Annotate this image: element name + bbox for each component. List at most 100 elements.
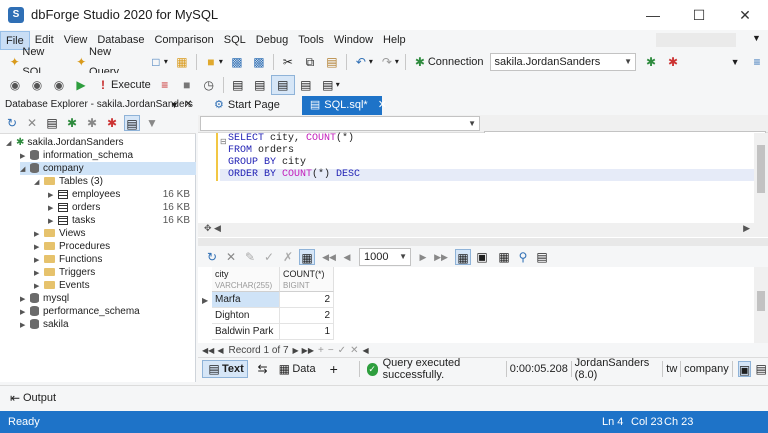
object-selector[interactable]: ▼ xyxy=(200,116,480,131)
table-cell-city[interactable]: Baldwin Park xyxy=(212,324,280,340)
menu-sql[interactable]: SQL xyxy=(219,31,251,50)
connection-select[interactable]: sakila.JordanSanders ▼ xyxy=(489,52,637,71)
minimize-icon[interactable]: — xyxy=(630,0,676,30)
remove-record-icon[interactable]: − xyxy=(328,345,334,356)
grid-layout-icon[interactable]: ▦ xyxy=(455,248,471,265)
prev-page-icon[interactable]: ◀ xyxy=(339,249,355,265)
columns-icon[interactable]: ▦ xyxy=(496,249,512,265)
sql-editor[interactable]: ⊟ SELECT city, COUNT(*) FROM orders GROU… xyxy=(198,133,768,238)
tree-db-sakila[interactable]: ▶ sakila xyxy=(20,318,69,331)
cancel-record-icon[interactable]: ✕ xyxy=(350,345,358,356)
panel-layout-icon[interactable]: ▣ xyxy=(737,361,752,377)
tree-views[interactable]: ▶ Views xyxy=(34,227,86,240)
save-all-button[interactable]: ▩ xyxy=(248,52,270,72)
tree-functions[interactable]: ▶ Functions xyxy=(34,253,102,266)
save-button[interactable]: ▩ xyxy=(226,52,248,72)
menu-overflow-icon[interactable]: ▼ xyxy=(752,33,761,43)
new-sql-button[interactable]: ✦ New SQL xyxy=(4,46,71,78)
run-button[interactable]: ▶ xyxy=(70,75,92,95)
paste-button[interactable]: ▤ xyxy=(321,52,343,72)
copy-button[interactable]: ⧉ xyxy=(299,52,321,72)
apply-icon[interactable]: ✓ xyxy=(261,249,277,265)
last-record-icon[interactable]: ▶▶ xyxy=(302,346,314,355)
database-refresh-button[interactable]: ◉ xyxy=(26,75,48,95)
text-view-tab[interactable]: ▤ Text xyxy=(202,360,248,378)
tree-events[interactable]: ▶ Events xyxy=(34,279,90,292)
tree-db-information-schema[interactable]: ▶ information_schema xyxy=(20,149,133,162)
new-object-button[interactable]: □ ▾ xyxy=(145,52,171,72)
stop-button[interactable]: ■ xyxy=(176,75,198,95)
tree-tables[interactable]: ◢ Tables (3) xyxy=(34,175,103,188)
comment-button[interactable]: ▤ xyxy=(249,75,271,95)
scroll-left-icon[interactable]: ◀ xyxy=(362,346,368,355)
toolbar-overflow-button[interactable]: ▼ xyxy=(724,52,746,72)
first-page-icon[interactable]: ◀◀ xyxy=(321,249,337,265)
card-layout-icon[interactable]: ▣ xyxy=(474,249,490,265)
tree-db-performance-schema[interactable]: ▶ performance_schema xyxy=(20,305,140,318)
output-tab[interactable]: ⇤ Output xyxy=(4,388,59,408)
sql-options-button[interactable]: ▤ ▾ xyxy=(317,75,343,95)
connect-button[interactable]: ✱ xyxy=(640,52,662,72)
menu-debug[interactable]: Debug xyxy=(251,31,293,50)
cut-button[interactable]: ✂ xyxy=(277,52,299,72)
tree-db-company[interactable]: ◢ company xyxy=(20,162,196,175)
close-tab-icon[interactable]: ✕ xyxy=(378,99,387,111)
filter-icon[interactable]: ▼ xyxy=(144,115,160,131)
execute-button[interactable]: ! Execute xyxy=(92,75,154,95)
editor-vertical-scrollbar[interactable] xyxy=(754,133,768,223)
tree-table-orders[interactable]: ▶ orders 16 KB xyxy=(48,201,194,214)
history-button[interactable]: ◷ xyxy=(198,75,220,95)
database-edit-button[interactable]: ◉ xyxy=(48,75,70,95)
refresh-icon[interactable]: ↻ xyxy=(4,115,20,131)
splitter[interactable] xyxy=(198,238,768,246)
add-tab-button[interactable]: + xyxy=(327,359,341,379)
last-page-icon[interactable]: ▶▶ xyxy=(433,249,449,265)
disconnect-icon[interactable]: ✱ xyxy=(84,115,100,131)
open-file-button[interactable]: ▦ xyxy=(171,52,193,72)
disconnect-all-icon[interactable]: ✱ xyxy=(104,115,120,131)
group-icon[interactable]: ▤ xyxy=(124,115,140,131)
format-button[interactable]: ▤ xyxy=(227,75,249,95)
table-cell-city[interactable]: Dighton xyxy=(212,308,280,324)
new-query-button[interactable]: ✦ New Query xyxy=(71,46,145,78)
query-plan-button[interactable]: ▤ xyxy=(295,75,317,95)
post-record-icon[interactable]: ✓ xyxy=(338,345,346,356)
menu-tools[interactable]: Tools xyxy=(293,31,329,50)
grid-view-icon[interactable]: ▦ xyxy=(299,248,315,265)
tree-connection[interactable]: ◢ ✱ sakila.JordanSanders xyxy=(6,136,124,149)
tree-table-employees[interactable]: ▶ employees 16 KB xyxy=(48,188,194,201)
edit-icon[interactable]: ✎ xyxy=(242,249,258,265)
close-panel-icon[interactable]: ✕ xyxy=(184,99,192,110)
cancel-icon[interactable]: ✕ xyxy=(223,249,239,265)
disconnect-button[interactable]: ✱ xyxy=(662,52,684,72)
column-header-count[interactable]: COUNT(*) BIGINT xyxy=(280,267,334,292)
table-cell-count[interactable]: 1 xyxy=(280,324,334,340)
panel-split-icon[interactable]: ▤ xyxy=(754,361,768,377)
close-icon[interactable]: ✕ xyxy=(722,0,768,30)
redo-button[interactable]: ↷ ▾ xyxy=(376,52,402,72)
table-cell-count[interactable]: 2 xyxy=(280,292,334,308)
refresh-results-icon[interactable]: ↻ xyxy=(204,249,220,265)
menu-help[interactable]: Help xyxy=(378,31,411,50)
table-cell-city[interactable]: Marfa xyxy=(212,292,280,308)
search-icon[interactable]: ⚲ xyxy=(515,249,531,265)
menu-comparison[interactable]: Comparison xyxy=(149,31,218,50)
scroll-thumb[interactable] xyxy=(757,291,765,311)
fold-icon[interactable]: ⊟ xyxy=(220,137,227,146)
tree-procedures[interactable]: ▶ Procedures xyxy=(34,240,110,253)
tree-db-mysql[interactable]: ▶ mysql xyxy=(20,292,69,305)
connection-button[interactable]: ✱ Connection xyxy=(409,52,487,72)
page-size-select[interactable]: 1000 ▼ xyxy=(359,247,411,266)
pin-icon[interactable]: ▼ xyxy=(170,100,179,110)
menu-window[interactable]: Window xyxy=(329,31,378,50)
discard-icon[interactable]: ✗ xyxy=(280,249,296,265)
query-profiler-button[interactable]: ▤ xyxy=(270,74,295,95)
tree-table-tasks[interactable]: ▶ tasks 16 KB xyxy=(48,214,194,227)
tree-triggers[interactable]: ▶ Triggers xyxy=(34,266,95,279)
maximize-icon[interactable]: ☐ xyxy=(676,0,722,30)
table-cell-count[interactable]: 2 xyxy=(280,308,334,324)
next-page-icon[interactable]: ▶ xyxy=(415,249,431,265)
menu-search-box[interactable] xyxy=(656,33,736,47)
delete-icon[interactable]: ✕ xyxy=(24,115,40,131)
scroll-thumb[interactable] xyxy=(757,145,765,193)
